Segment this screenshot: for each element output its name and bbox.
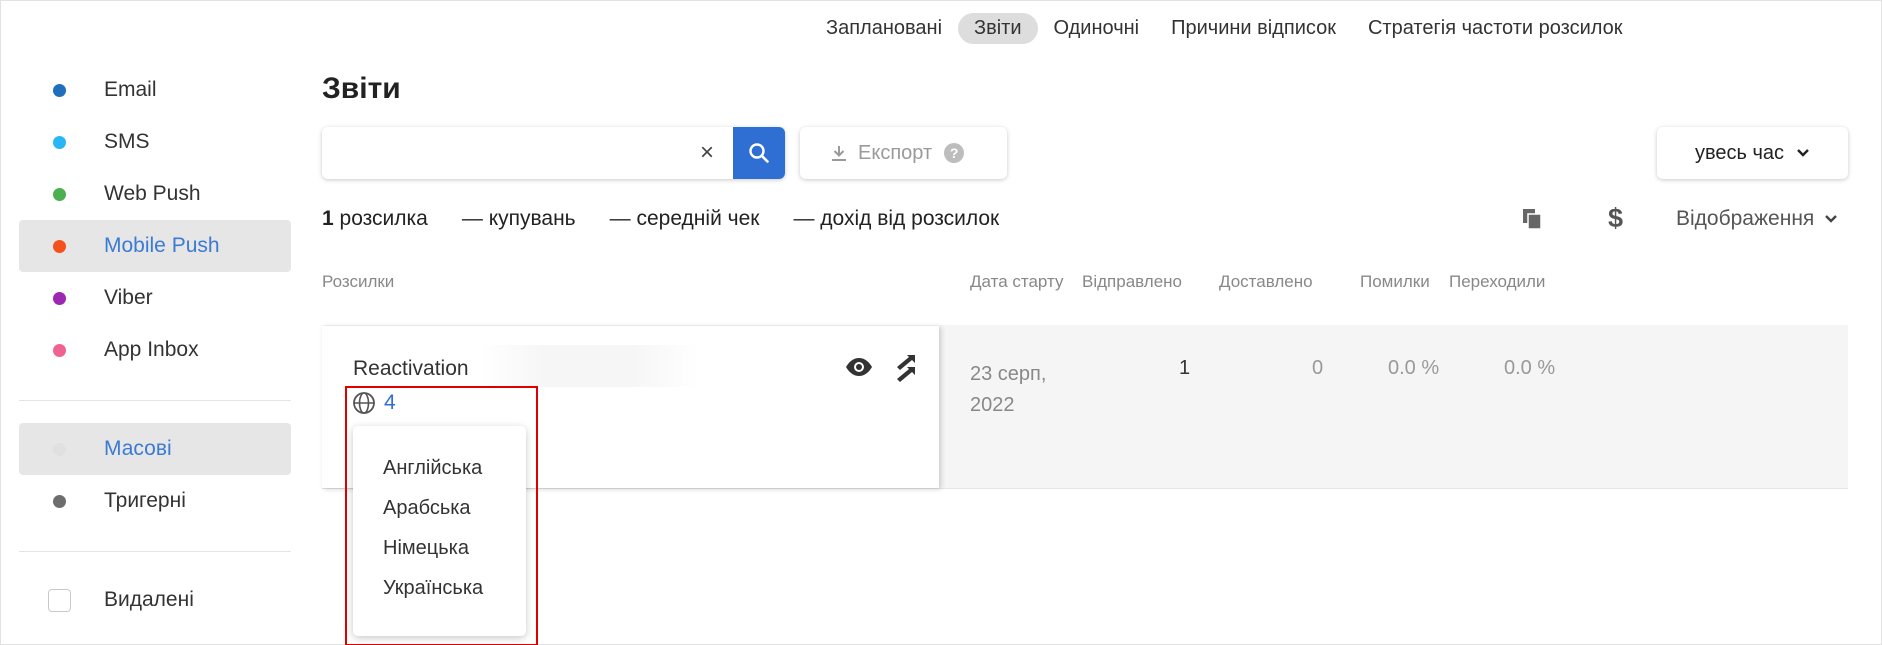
- view-dropdown[interactable]: Відображення: [1676, 207, 1838, 231]
- language-option-english[interactable]: Англійська: [353, 448, 526, 488]
- sidebar-item-label: Viber: [104, 286, 153, 309]
- sidebar-item-mobile-push[interactable]: Mobile Push: [19, 220, 291, 272]
- tab-unsubscribe-reasons[interactable]: Причини відписок: [1155, 13, 1352, 44]
- sidebar-divider: [19, 551, 291, 552]
- copy-icon[interactable]: [1522, 208, 1544, 230]
- column-header-delivered[interactable]: Доставлено: [1219, 272, 1313, 292]
- viber-dot-icon: [53, 291, 66, 305]
- purchases-stat: — купувань: [461, 207, 576, 230]
- period-label: увесь час: [1694, 141, 1785, 164]
- tab-frequency-strategy[interactable]: Стратегія частоти розсилок: [1352, 13, 1639, 44]
- language-option-german[interactable]: Німецька: [353, 528, 526, 568]
- column-header-start-date[interactable]: Дата старту: [970, 272, 1063, 292]
- sidebar-item-label: SMS: [104, 130, 150, 153]
- language-option-arabic[interactable]: Арабська: [353, 488, 526, 528]
- sidebar-item-label: Web Push: [104, 182, 201, 205]
- chevron-down-icon: [1797, 149, 1809, 157]
- sidebar-item-mass[interactable]: Масові: [19, 423, 291, 475]
- sent-cell: 1: [1179, 357, 1191, 379]
- sms-dot-icon: [53, 135, 66, 149]
- mobile-push-dot-icon: [53, 239, 66, 253]
- period-selector[interactable]: увесь час: [1657, 127, 1848, 179]
- start-date-cell: 23 серп, 2022: [970, 363, 1047, 416]
- app-inbox-dot-icon: [53, 343, 66, 357]
- mailings-count: 1 розсилка: [322, 207, 428, 230]
- sidebar-item-deleted[interactable]: Видалені: [19, 574, 291, 626]
- column-header-sent[interactable]: Відправлено: [1082, 272, 1182, 292]
- summary-stats: 1 розсилка — купувань — середній чек — д…: [322, 207, 999, 231]
- errors-cell: 0.0 %: [1388, 357, 1440, 379]
- search-icon: [749, 143, 769, 163]
- view-label: Відображення: [1676, 207, 1815, 230]
- deleted-checkbox[interactable]: [48, 588, 71, 612]
- delivered-cell: 0: [1312, 357, 1324, 379]
- search-box: [322, 127, 785, 179]
- export-label: Експорт: [858, 141, 933, 164]
- chevron-down-icon: [1825, 215, 1838, 223]
- sidebar-item-label: Mobile Push: [104, 234, 220, 257]
- clear-icon[interactable]: ×: [700, 139, 714, 167]
- column-header-errors[interactable]: Помилки: [1360, 272, 1430, 292]
- sidebar-item-web-push[interactable]: Web Push: [19, 168, 291, 220]
- sidebar-item-sms[interactable]: SMS: [19, 116, 291, 168]
- column-header-mailings[interactable]: Розсилки: [322, 272, 394, 292]
- tab-reports[interactable]: Звіти: [958, 12, 1038, 44]
- mass-dot-icon: [53, 442, 66, 456]
- trigger-dot-icon: [53, 494, 66, 508]
- languages-dropdown: Англійська Арабська Німецька Українська: [353, 426, 526, 636]
- dollar-icon[interactable]: $: [1608, 203, 1623, 234]
- tab-scheduled[interactable]: Заплановані: [810, 13, 958, 44]
- avg-check-stat: — середній чек: [609, 207, 760, 230]
- language-option-ukrainian[interactable]: Українська: [353, 568, 526, 608]
- tab-single[interactable]: Одиночні: [1038, 13, 1156, 44]
- search-input[interactable]: [322, 127, 722, 179]
- sidebar-item-label: Видалені: [104, 588, 194, 611]
- top-nav: Заплановані Звіти Одиночні Причини відпи…: [810, 12, 1639, 44]
- sidebar-item-viber[interactable]: Viber: [19, 272, 291, 324]
- sidebar-divider: [19, 400, 291, 401]
- export-button[interactable]: Експорт ?: [800, 127, 1007, 179]
- sidebar-item-label: App Inbox: [104, 338, 199, 361]
- help-icon[interactable]: ?: [944, 143, 965, 163]
- sidebar-item-trigger[interactable]: Тригерні: [19, 475, 291, 527]
- revenue-stat: — дохід від розсилок: [793, 207, 1000, 230]
- page-title: Звіти: [322, 72, 401, 105]
- web-push-dot-icon: [53, 187, 66, 201]
- blurred-name-area: [480, 345, 700, 387]
- clicks-cell: 0.0 %: [1504, 357, 1556, 379]
- sidebar-item-email[interactable]: Email: [19, 64, 291, 116]
- sidebar-item-app-inbox[interactable]: App Inbox: [19, 324, 291, 376]
- mailing-name[interactable]: Reactivation: [353, 357, 469, 381]
- column-header-clicks[interactable]: Переходили: [1449, 272, 1545, 292]
- eye-icon[interactable]: [845, 358, 873, 376]
- sidebar-item-label: Тригерні: [104, 489, 186, 512]
- share-icon[interactable]: [894, 353, 916, 383]
- email-dot-icon: [53, 83, 66, 97]
- sidebar-item-label: Email: [104, 78, 157, 101]
- sidebar-item-label: Масові: [104, 437, 172, 460]
- sidebar: Email SMS Web Push Mobile Push Viber App…: [19, 64, 291, 626]
- download-icon: [832, 146, 846, 161]
- search-button[interactable]: [733, 127, 785, 179]
